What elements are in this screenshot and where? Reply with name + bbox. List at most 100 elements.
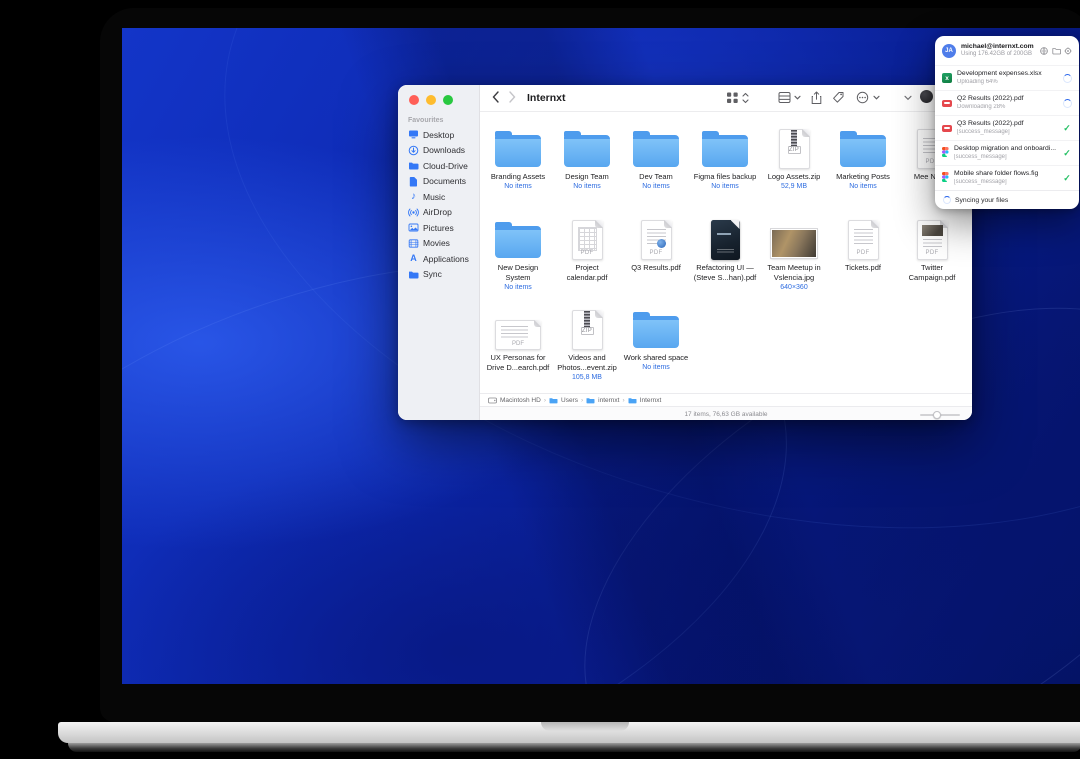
- figma-file-icon: [942, 144, 949, 162]
- folder-icon: [408, 160, 419, 171]
- sidebar-section-label: Favourites: [408, 117, 479, 124]
- sidebar-item-label: Documents: [423, 176, 466, 186]
- book-file-icon: [711, 220, 740, 260]
- excel-file-icon: x: [942, 73, 952, 83]
- transfer-row[interactable]: Mobile share folder flows.fig [success_m…: [935, 165, 1079, 190]
- file-item[interactable]: Tickets.pdf: [830, 218, 896, 274]
- file-meta: No items: [692, 183, 758, 190]
- more-actions-button[interactable]: [856, 91, 869, 106]
- globe-icon[interactable]: [1040, 42, 1048, 60]
- transfer-row[interactable]: Desktop migration and onboardi... [succe…: [935, 140, 1079, 165]
- folder-icon: [633, 316, 679, 348]
- pdf-calendar-file-icon: [572, 220, 603, 260]
- success-check-icon: ✓: [1062, 123, 1072, 134]
- transfer-status: Uploading 64%: [957, 79, 1058, 87]
- folder-icon: [586, 397, 595, 404]
- share-button[interactable]: [810, 91, 823, 107]
- sidebar-item-applications[interactable]: A Applications: [398, 251, 479, 267]
- airdrop-icon: [408, 207, 419, 218]
- file-item[interactable]: Branding AssetsNo items: [485, 127, 551, 190]
- file-meta: No items: [830, 183, 896, 190]
- file-meta: No items: [485, 183, 551, 190]
- file-item[interactable]: Q3 Results.pdf: [623, 218, 689, 274]
- back-button[interactable]: [492, 91, 499, 105]
- music-note-icon: ♪: [408, 191, 419, 202]
- path-segment[interactable]: internxt: [598, 397, 619, 404]
- file-item[interactable]: Dev TeamNo items: [623, 127, 689, 190]
- sidebar-item-cloud-drive[interactable]: Cloud-Drive: [398, 158, 479, 174]
- finder-toolbar: Internxt: [480, 85, 972, 112]
- group-view-button[interactable]: [778, 91, 791, 106]
- window-title: Internxt: [527, 92, 566, 104]
- file-item[interactable]: Work shared spaceNo items: [623, 308, 689, 371]
- file-item[interactable]: Figma files backupNo items: [692, 127, 758, 190]
- slider-knob[interactable]: [933, 411, 941, 419]
- chevron-down-icon[interactable]: [873, 94, 880, 103]
- chevron-down-icon[interactable]: [794, 94, 801, 103]
- sidebar-item-label: AirDrop: [423, 207, 452, 217]
- file-item[interactable]: Refactoring UI — (Steve S...han).pdf: [692, 218, 758, 284]
- pdf-landscape-file-icon: [495, 320, 541, 350]
- transfer-status: [success_message]: [957, 129, 1057, 137]
- sidebar-item-airdrop[interactable]: AirDrop: [398, 205, 479, 221]
- file-name: Figma files backup: [692, 172, 758, 182]
- success-check-icon: ✓: [1062, 173, 1072, 184]
- folder-icon: [633, 135, 679, 167]
- folder-icon: [549, 397, 558, 404]
- transfer-row[interactable]: x Development expenses.xlsx Uploading 64…: [935, 65, 1079, 90]
- zip-file-icon: [779, 129, 810, 169]
- sidebar-item-pictures[interactable]: Pictures: [398, 220, 479, 236]
- file-item[interactable]: New Design SystemNo items: [485, 218, 551, 291]
- file-item[interactable]: Videos and Photos...event.zip105,8 MB: [554, 308, 620, 381]
- path-segment[interactable]: Users: [561, 397, 578, 404]
- file-meta: 640×360: [761, 284, 827, 291]
- folder-icon[interactable]: [1052, 42, 1061, 60]
- path-segment[interactable]: Macintosh HD: [500, 397, 541, 404]
- sidebar-item-sync[interactable]: Sync: [398, 267, 479, 283]
- transfer-file-name: Mobile share folder flows.fig: [954, 170, 1057, 179]
- file-item[interactable]: Design TeamNo items: [554, 127, 620, 190]
- sidebar-item-desktop[interactable]: Desktop: [398, 127, 479, 143]
- forward-button[interactable]: [509, 91, 516, 105]
- fullscreen-button[interactable]: [443, 95, 453, 105]
- folder-icon: [495, 135, 541, 167]
- transfer-file-name: Q2 Results (2022).pdf: [957, 95, 1058, 104]
- item-count-status: 17 items, 76,63 GB available: [480, 411, 972, 418]
- account-email: michael@internxt.com: [961, 43, 1034, 51]
- file-item[interactable]: Marketing PostsNo items: [830, 127, 896, 190]
- sidebar-item-label: Music: [423, 192, 445, 202]
- account-avatar-button[interactable]: [920, 90, 933, 103]
- sidebar-item-movies[interactable]: Movies: [398, 236, 479, 252]
- file-name: Team Meetup in Vslencia.jpg: [761, 263, 827, 283]
- file-item[interactable]: UX Personas for Drive D...earch.pdf: [485, 308, 551, 374]
- file-meta: No items: [554, 183, 620, 190]
- icon-view-button[interactable]: [726, 91, 739, 106]
- settings-gear-icon[interactable]: [1064, 42, 1072, 60]
- close-button[interactable]: [409, 95, 419, 105]
- progress-spinner-icon: [1063, 74, 1072, 83]
- minimize-button[interactable]: [426, 95, 436, 105]
- toolbar-overflow-chevron-icon[interactable]: [904, 94, 912, 103]
- document-icon: [408, 176, 419, 187]
- tag-button[interactable]: [832, 91, 845, 106]
- transfer-status: [success_message]: [954, 154, 1057, 162]
- transfer-row[interactable]: Q3 Results (2022).pdf [success_message] …: [935, 115, 1079, 140]
- avatar: JA: [942, 44, 956, 58]
- finder-sidebar: Favourites Desktop Downloads Cloud-Drive…: [398, 85, 480, 420]
- path-separator: ›: [544, 397, 546, 404]
- path-segment[interactable]: Internxt: [640, 397, 662, 404]
- sidebar-item-music[interactable]: ♪ Music: [398, 189, 479, 205]
- folder-icon: [702, 135, 748, 167]
- transfer-row[interactable]: Q2 Results (2022).pdf Downloading 28%: [935, 90, 1079, 115]
- sidebar-item-downloads[interactable]: Downloads: [398, 143, 479, 159]
- sidebar-item-label: Cloud-Drive: [423, 161, 468, 171]
- file-item[interactable]: Twitter Campaign.pdf: [899, 218, 965, 284]
- transfer-status: Downloading 28%: [957, 104, 1058, 112]
- sidebar-item-documents[interactable]: Documents: [398, 174, 479, 190]
- file-item[interactable]: Team Meetup in Vslencia.jpg640×360: [761, 218, 827, 291]
- file-grid: Branding AssetsNo items Design TeamNo it…: [480, 112, 972, 393]
- file-item[interactable]: Project calendar.pdf: [554, 218, 620, 284]
- view-stepper-icon[interactable]: [742, 92, 749, 106]
- file-item[interactable]: Logo Assets.zip52,9 MB: [761, 127, 827, 190]
- icon-size-slider[interactable]: [920, 414, 960, 416]
